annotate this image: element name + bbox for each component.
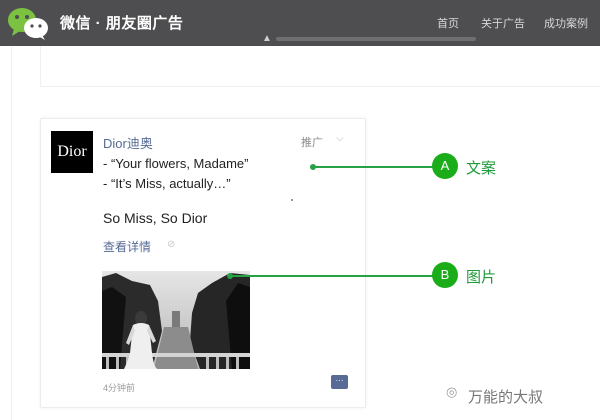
nav-link-success-cases[interactable]: 成功案例 — [544, 15, 588, 31]
notice-bar: ▲ — [262, 33, 482, 45]
wechat-logo-icon — [8, 8, 48, 40]
nav-link-home[interactable]: 首页 — [437, 15, 459, 31]
callout-badge-a: A — [432, 153, 458, 179]
page-frame-line — [40, 86, 600, 87]
callout-label-copy: 文案 — [466, 160, 497, 177]
warning-icon: ▲ — [262, 33, 272, 44]
avatar[interactable]: Dior — [51, 131, 93, 173]
page-frame-line — [11, 46, 12, 420]
ad-tagline: So Miss, So Dior — [103, 210, 208, 226]
view-details-link[interactable]: 查看详情 — [103, 238, 151, 255]
nav-link-about-ads[interactable]: 关于广告 — [481, 15, 525, 31]
ad-photo[interactable] — [102, 271, 250, 369]
callout-line — [313, 166, 433, 168]
top-navigation-bar: 微信 · 朋友圈广告 首页 关于广告 成功案例 ▲ — [0, 0, 600, 46]
post-timestamp: 4分钟前 — [103, 383, 136, 393]
notice-text-blur — [276, 37, 476, 41]
comment-icon[interactable]: ··· — [331, 375, 348, 389]
callout-badge-b: B — [432, 262, 458, 288]
sponsored-label[interactable]: 推广 — [301, 134, 323, 150]
ad-copy-line: - “Your flowers, Madame” — [103, 156, 249, 171]
wechat-official-account-icon: ◎ — [446, 384, 458, 399]
callout-label-image: 图片 — [466, 269, 497, 286]
ad-copy-line: - “It’s Miss, actually…” — [103, 176, 231, 191]
page-frame-line — [40, 46, 41, 86]
watermark-text: 万能的大叔 — [468, 389, 544, 406]
account-name[interactable]: Dior迪奥 — [103, 133, 153, 152]
moments-ad-card: Dior Dior迪奥 推广 ⌵ - “Your flowers, Madame… — [40, 118, 366, 408]
page-title: 微信 · 朋友圈广告 — [60, 15, 184, 32]
stray-dot — [291, 199, 293, 201]
watermark: ◎ 万能的大叔 — [446, 383, 596, 407]
chevron-down-icon[interactable]: ⌵ — [336, 133, 344, 144]
link-icon: ⊘ — [167, 239, 176, 250]
callout-line — [230, 275, 433, 277]
